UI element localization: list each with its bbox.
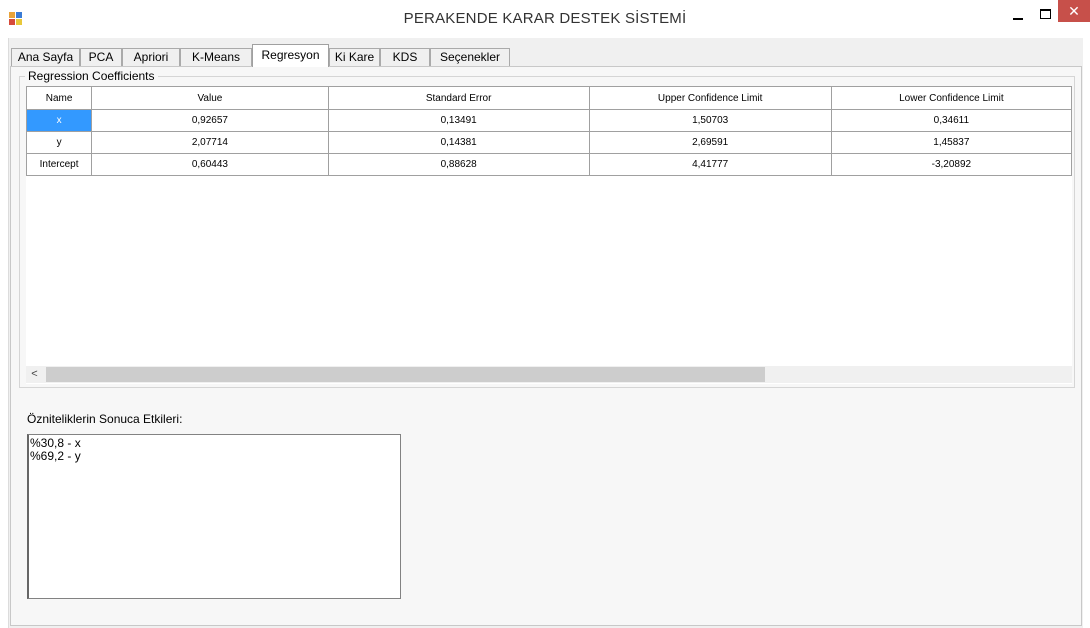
coefficients-grid[interactable]: Name Value Standard Error Upper Confiden… <box>26 86 1072 384</box>
effects-label: Özniteliklerin Sonuca Etkileri: <box>27 412 183 426</box>
column-header-upper-confidence-limit[interactable]: Upper Confidence Limit <box>588 86 832 110</box>
cell-name[interactable]: x <box>26 109 93 132</box>
client-area: Ana Sayfa PCA Apriori K-Means Regresyon … <box>8 38 1083 628</box>
cell-value[interactable]: 0,60443 <box>91 153 329 176</box>
tab-kds[interactable]: KDS <box>380 48 430 66</box>
coefficients-table: Name Value Standard Error Upper Confiden… <box>26 86 1072 176</box>
cell-upper-confidence-limit[interactable]: 2,69591 <box>588 131 832 154</box>
table-row[interactable]: x 0,92657 0,13491 1,50703 0,34611 <box>26 109 1072 132</box>
main-window: PERAKENDE KARAR DESTEK SİSTEMİ ✕ Ana Say… <box>0 0 1090 628</box>
window-title: PERAKENDE KARAR DESTEK SİSTEMİ <box>403 10 687 27</box>
cell-name[interactable]: Intercept <box>26 153 93 176</box>
close-button[interactable]: ✕ <box>1058 0 1090 22</box>
cell-upper-confidence-limit[interactable]: 1,50703 <box>588 109 832 132</box>
tab-secenekler[interactable]: Seçenekler <box>430 48 510 66</box>
column-header-name[interactable]: Name <box>26 86 93 110</box>
effects-textbox[interactable]: %30,8 - x %69,2 - y <box>27 434 401 599</box>
tab-ki-kare[interactable]: Ki Kare <box>329 48 380 66</box>
cell-value[interactable]: 0,92657 <box>91 109 329 132</box>
horizontal-scrollbar[interactable]: < <box>26 366 1072 383</box>
regresyon-tab-page: Regression Coefficients Name Value Stand… <box>10 66 1082 626</box>
cell-standard-error[interactable]: 0,13491 <box>327 109 590 132</box>
cell-lower-confidence-limit[interactable]: -3,20892 <box>830 153 1072 176</box>
minimize-button[interactable] <box>1004 4 1032 28</box>
cell-name[interactable]: y <box>26 131 93 154</box>
cell-value[interactable]: 2,07714 <box>91 131 329 154</box>
scrollbar-thumb[interactable] <box>46 367 765 382</box>
column-header-value[interactable]: Value <box>91 86 329 110</box>
close-icon: ✕ <box>1068 3 1080 19</box>
header-row: Name Value Standard Error Upper Confiden… <box>26 86 1072 110</box>
column-header-lower-confidence-limit[interactable]: Lower Confidence Limit <box>830 86 1072 110</box>
table-row[interactable]: y 2,07714 0,14381 2,69591 1,45837 <box>26 131 1072 154</box>
tab-apriori[interactable]: Apriori <box>122 48 180 66</box>
cell-lower-confidence-limit[interactable]: 0,34611 <box>830 109 1072 132</box>
maximize-button[interactable] <box>1034 4 1060 28</box>
tab-k-means[interactable]: K-Means <box>180 48 252 66</box>
regression-coefficients-group: Regression Coefficients Name Value Stand… <box>19 69 1075 388</box>
scroll-left-icon[interactable]: < <box>26 366 43 383</box>
cell-lower-confidence-limit[interactable]: 1,45837 <box>830 131 1072 154</box>
cell-standard-error[interactable]: 0,14381 <box>327 131 590 154</box>
tab-ana-sayfa[interactable]: Ana Sayfa <box>11 48 80 66</box>
table-row[interactable]: Intercept 0,60443 0,88628 4,41777 -3,208… <box>26 153 1072 176</box>
tab-pca[interactable]: PCA <box>80 48 122 66</box>
cell-upper-confidence-limit[interactable]: 4,41777 <box>588 153 832 176</box>
tab-regresyon[interactable]: Regresyon <box>252 44 329 67</box>
column-header-standard-error[interactable]: Standard Error <box>327 86 590 110</box>
title-bar: PERAKENDE KARAR DESTEK SİSTEMİ ✕ <box>0 0 1090 38</box>
cell-standard-error[interactable]: 0,88628 <box>327 153 590 176</box>
group-title: Regression Coefficients <box>25 69 158 83</box>
